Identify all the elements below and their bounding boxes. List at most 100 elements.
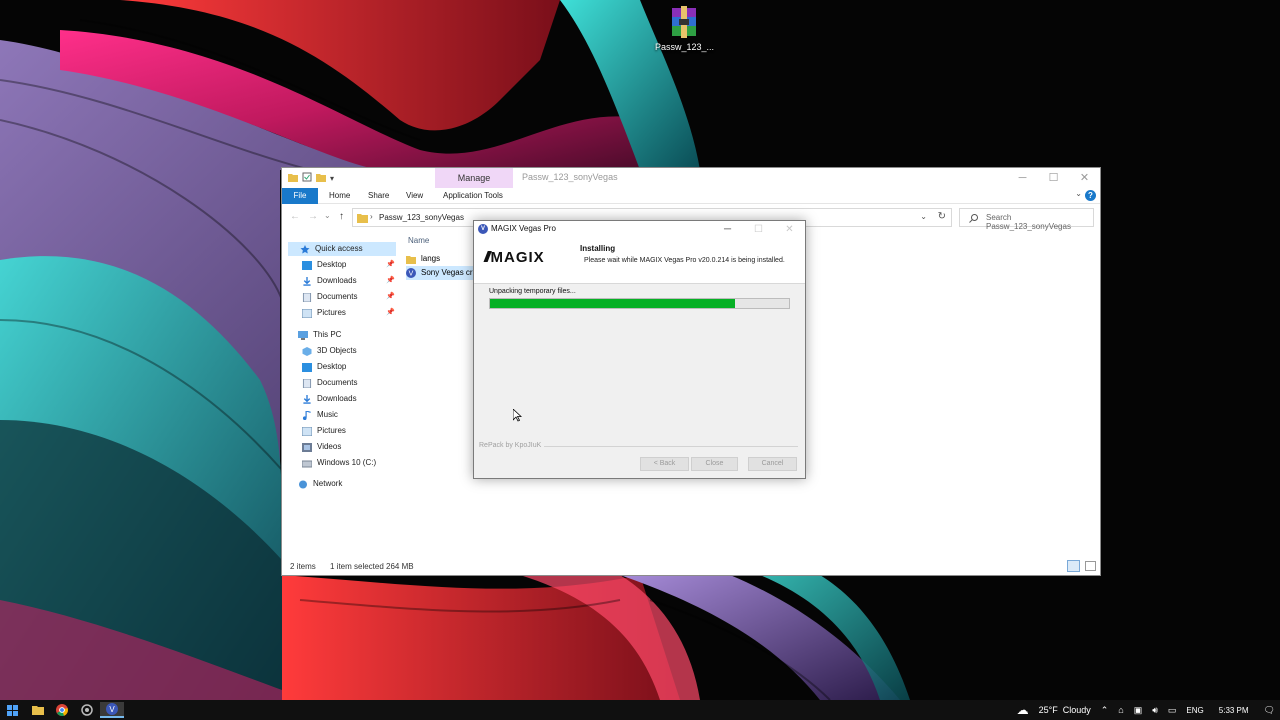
- nav-label: Pictures: [317, 308, 346, 317]
- breadcrumb-chevron-icon: ›: [370, 212, 373, 221]
- nav-item-3d-objects[interactable]: 3D Objects: [302, 344, 357, 358]
- forward-arrow-icon[interactable]: →: [308, 211, 318, 222]
- nav-item-pc-documents[interactable]: Documents: [302, 376, 357, 390]
- nav-label: This PC: [313, 330, 342, 339]
- documents-icon: [302, 378, 312, 388]
- minimize-button[interactable]: ─: [712, 221, 743, 238]
- refresh-icon[interactable]: ↻: [938, 211, 946, 222]
- videos-icon: [302, 442, 312, 452]
- close-button[interactable]: ✕: [1069, 168, 1100, 188]
- folder-icon: [288, 171, 298, 185]
- nav-quick-access[interactable]: Quick access: [288, 242, 396, 256]
- search-input[interactable]: Search Passw_123_sonyVegas: [959, 208, 1094, 231]
- desktop-icon: [302, 362, 312, 372]
- tab-share[interactable]: Share: [368, 188, 389, 204]
- folder-icon: [357, 214, 368, 223]
- help-icon[interactable]: ?: [1085, 190, 1096, 201]
- notification-center-badge-icon[interactable]: ▣: [1134, 705, 1143, 716]
- close-dialog-button[interactable]: Close: [691, 457, 738, 471]
- selection-info: 1 item selected: [330, 562, 384, 571]
- nav-item-music[interactable]: Music: [302, 408, 338, 422]
- tab-manage[interactable]: Manage: [435, 168, 513, 188]
- tab-application-tools[interactable]: Application Tools: [443, 188, 503, 204]
- weather-desc[interactable]: Cloudy: [1063, 705, 1091, 715]
- customize-toolbar-icon[interactable]: ▾: [330, 174, 334, 183]
- nav-item-local-disk[interactable]: Windows 10 (C:): [302, 456, 376, 470]
- maximize-button[interactable]: ☐: [1038, 168, 1069, 188]
- nav-item-downloads[interactable]: Downloads: [302, 274, 357, 288]
- file-row-installer[interactable]: V Sony Vegas cra: [406, 266, 482, 280]
- ribbon-tabs: File Home Share View Application Tools ⌄…: [282, 188, 1100, 204]
- cube-icon: [302, 346, 312, 356]
- show-hidden-icons-icon[interactable]: ⌃: [1101, 705, 1109, 716]
- nav-item-pc-desktop[interactable]: Desktop: [302, 360, 346, 374]
- pin-icon[interactable]: 📌: [386, 292, 395, 300]
- status-bar: 2 items 1 item selected 264 MB: [282, 559, 1100, 575]
- system-tray: ☁ 25°F Cloudy ⌃ ⌂ ▣ 🔊︎ ▭ ENG 5:33 PM 🗨︎: [1012, 700, 1280, 720]
- recent-locations-icon[interactable]: ⌄: [324, 211, 331, 220]
- winrar-archive-icon: [667, 6, 701, 38]
- nav-item-videos[interactable]: Videos: [302, 440, 341, 454]
- repack-label: RePack by KpoJIuK: [479, 442, 542, 449]
- weather-cloud-icon[interactable]: ☁: [1017, 703, 1029, 717]
- tab-home[interactable]: Home: [329, 188, 350, 204]
- nav-label: Desktop: [317, 260, 347, 269]
- magix-slashes-icon: ///: [484, 249, 490, 266]
- nav-item-desktop[interactable]: Desktop: [302, 258, 346, 272]
- item-count: 2 items: [290, 562, 316, 571]
- tab-view[interactable]: View: [406, 188, 423, 204]
- pin-icon[interactable]: 📌: [386, 276, 395, 284]
- weather-temp[interactable]: 25°F: [1039, 705, 1058, 715]
- nav-label: Desktop: [317, 362, 347, 371]
- chrome-icon: [56, 704, 68, 716]
- cancel-button[interactable]: Cancel: [748, 457, 797, 471]
- properties-icon[interactable]: [302, 171, 312, 185]
- search-icon: [969, 214, 978, 223]
- search-placeholder: Search Passw_123_sonyVegas: [986, 213, 1071, 231]
- nav-network[interactable]: Network: [298, 477, 342, 491]
- tab-file[interactable]: File: [282, 188, 318, 204]
- action-center-icon[interactable]: 🗨︎: [1264, 705, 1275, 716]
- new-folder-icon[interactable]: [316, 171, 326, 185]
- pin-icon[interactable]: 📌: [386, 308, 395, 316]
- nav-label: Downloads: [317, 276, 357, 285]
- documents-icon: [302, 292, 312, 302]
- back-button[interactable]: < Back: [640, 457, 689, 471]
- desktop-icon-archive[interactable]: Passw_123_...: [655, 4, 714, 52]
- file-row-langs[interactable]: langs: [406, 252, 440, 266]
- file-name: Sony Vegas cra: [421, 268, 478, 277]
- installer-status-text: Unpacking temporary files...: [489, 288, 576, 295]
- nav-this-pc[interactable]: This PC: [298, 328, 341, 342]
- large-icons-view-icon[interactable]: [1085, 561, 1096, 571]
- up-arrow-icon[interactable]: ↑: [339, 211, 344, 222]
- clock[interactable]: 5:33 PM: [1219, 706, 1249, 715]
- maximize-button: ☐: [754, 224, 763, 235]
- battery-icon[interactable]: ▭: [1168, 705, 1177, 716]
- input-language[interactable]: ENG: [1186, 706, 1203, 715]
- nav-label: Windows 10 (C:): [317, 458, 377, 467]
- nav-item-documents[interactable]: Documents: [302, 290, 357, 304]
- taskbar-chrome[interactable]: [50, 702, 74, 718]
- minimize-button[interactable]: ─: [1007, 168, 1038, 188]
- music-icon: [302, 410, 311, 420]
- address-dropdown-icon[interactable]: ⌄: [920, 212, 927, 221]
- nav-item-pc-downloads[interactable]: Downloads: [302, 392, 357, 406]
- nav-item-pc-pictures[interactable]: Pictures: [302, 424, 346, 438]
- nav-label: Music: [317, 410, 338, 419]
- nav-label: Pictures: [317, 426, 346, 435]
- volume-icon[interactable]: 🔊︎: [1152, 705, 1158, 716]
- expand-ribbon-icon[interactable]: ⌄: [1075, 189, 1082, 198]
- network-icon: [299, 480, 307, 488]
- taskbar-file-explorer[interactable]: [26, 702, 50, 718]
- installer-title: MAGIX Vegas Pro: [491, 224, 556, 233]
- column-header-name[interactable]: Name: [408, 236, 429, 245]
- network-icon[interactable]: ⌂: [1118, 705, 1123, 715]
- pin-icon[interactable]: 📌: [386, 260, 395, 268]
- taskbar-app[interactable]: [75, 702, 99, 718]
- desktop-icon: [302, 260, 312, 270]
- start-button[interactable]: [0, 702, 24, 718]
- details-view-icon[interactable]: [1067, 560, 1080, 572]
- taskbar-vegas-installer[interactable]: V: [100, 702, 124, 718]
- nav-item-pictures[interactable]: Pictures: [302, 306, 346, 320]
- back-arrow-icon[interactable]: ←: [290, 211, 300, 222]
